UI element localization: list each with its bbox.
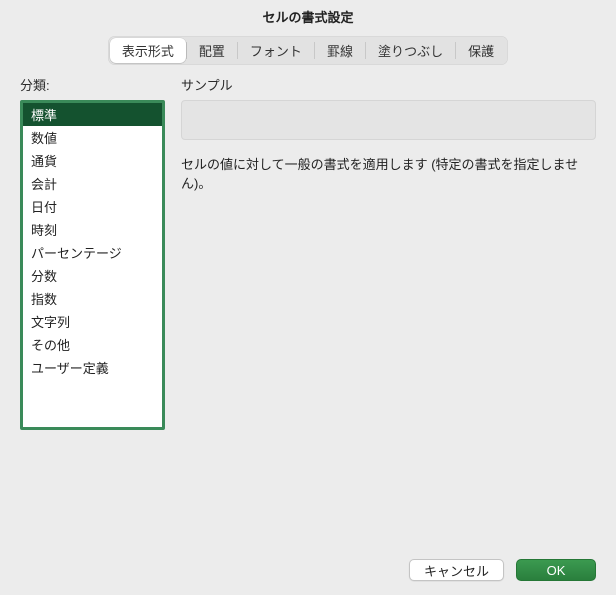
category-item-number[interactable]: 数値 [23, 126, 162, 149]
category-item-date[interactable]: 日付 [23, 195, 162, 218]
button-label: キャンセル [424, 561, 489, 580]
category-item-currency[interactable]: 通貨 [23, 149, 162, 172]
category-item-general[interactable]: 標準 [23, 103, 162, 126]
category-item-percentage[interactable]: パーセンテージ [23, 241, 162, 264]
tab-protection[interactable]: 保護 [456, 38, 506, 63]
category-item-custom[interactable]: ユーザー定義 [23, 356, 162, 379]
button-label: OK [547, 563, 566, 578]
tab-group: 表示形式 配置 フォント 罫線 塗りつぶし 保護 [108, 36, 508, 65]
dialog-footer: キャンセル OK [409, 559, 596, 581]
tab-label: 表示形式 [122, 44, 174, 59]
tab-bar: 表示形式 配置 フォント 罫線 塗りつぶし 保護 [0, 36, 616, 75]
format-description: セルの値に対して一般の書式を適用します (特定の書式を指定しません)。 [181, 156, 596, 194]
right-column: サンプル セルの値に対して一般の書式を適用します (特定の書式を指定しません)。 [181, 75, 596, 430]
tab-font[interactable]: フォント [238, 38, 314, 63]
left-column: 分類: 標準 数値 通貨 会計 日付 時刻 パーセンテージ 分数 指数 文字列 … [20, 75, 165, 430]
tab-label: フォント [250, 44, 302, 59]
category-item-label: パーセンテージ [31, 246, 122, 261]
tab-number-format[interactable]: 表示形式 [110, 38, 186, 63]
category-item-label: 数値 [31, 131, 57, 146]
tab-fill[interactable]: 塗りつぶし [366, 38, 455, 63]
tab-label: 保護 [468, 44, 494, 59]
category-list[interactable]: 標準 数値 通貨 会計 日付 時刻 パーセンテージ 分数 指数 文字列 その他 … [20, 100, 165, 430]
category-item-fraction[interactable]: 分数 [23, 264, 162, 287]
ok-button[interactable]: OK [516, 559, 596, 581]
category-item-label: 標準 [31, 108, 57, 123]
tab-alignment[interactable]: 配置 [187, 38, 237, 63]
sample-preview [181, 100, 596, 140]
tab-label: 罫線 [327, 44, 353, 59]
category-item-label: その他 [31, 338, 70, 353]
dialog-title: セルの書式設定 [0, 0, 616, 36]
tab-label: 塗りつぶし [378, 44, 443, 59]
category-item-label: 会計 [31, 177, 57, 192]
sample-label: サンプル [181, 75, 596, 94]
cancel-button[interactable]: キャンセル [409, 559, 504, 581]
category-item-label: 分数 [31, 269, 57, 284]
content-area: 分類: 標準 数値 通貨 会計 日付 時刻 パーセンテージ 分数 指数 文字列 … [0, 75, 616, 430]
category-item-label: 通貨 [31, 154, 57, 169]
category-item-special[interactable]: その他 [23, 333, 162, 356]
category-item-label: ユーザー定義 [31, 361, 109, 376]
tab-label: 配置 [199, 44, 225, 59]
category-item-label: 時刻 [31, 223, 57, 238]
category-item-label: 日付 [31, 200, 57, 215]
category-label: 分類: [20, 75, 165, 94]
category-item-label: 指数 [31, 292, 57, 307]
tab-border[interactable]: 罫線 [315, 38, 365, 63]
category-item-accounting[interactable]: 会計 [23, 172, 162, 195]
format-cells-dialog: セルの書式設定 表示形式 配置 フォント 罫線 塗りつぶし 保護 分類: 標準 … [0, 0, 616, 595]
category-item-time[interactable]: 時刻 [23, 218, 162, 241]
category-item-label: 文字列 [31, 315, 70, 330]
category-item-text[interactable]: 文字列 [23, 310, 162, 333]
category-item-scientific[interactable]: 指数 [23, 287, 162, 310]
